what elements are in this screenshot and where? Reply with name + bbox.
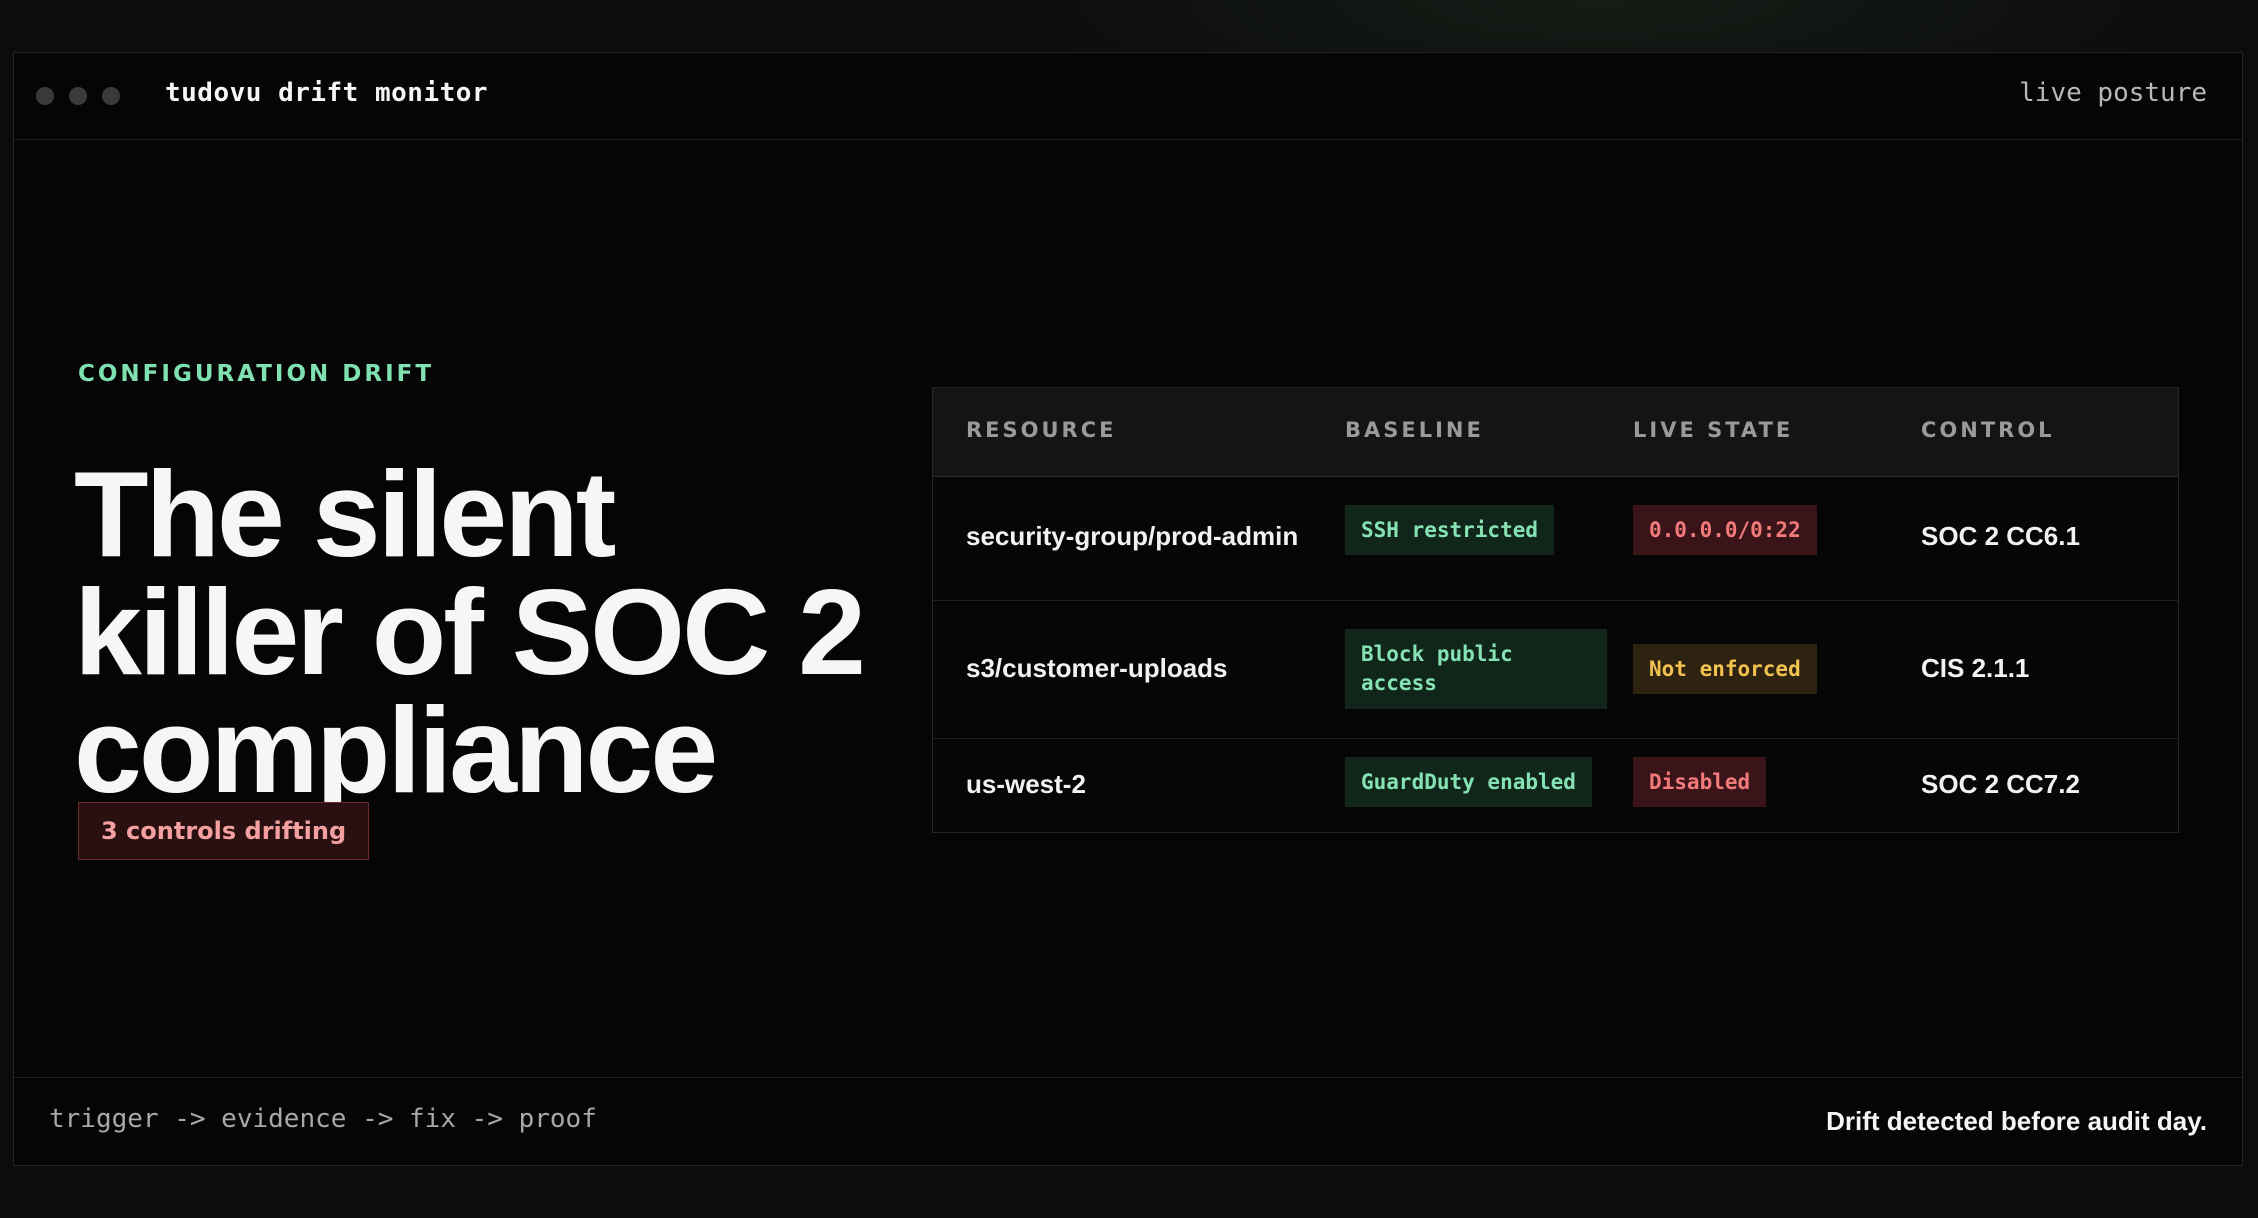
window-maximize-dot[interactable]: [102, 87, 120, 105]
resource-cell: security-group/prod-admin: [966, 521, 1299, 551]
column-header-live-state: LIVE STATE: [1633, 418, 1794, 442]
table-row[interactable]: s3/customer-uploads Block public access …: [933, 600, 2178, 739]
window-footer: trigger -> evidence -> fix -> proof Drif…: [14, 1077, 2242, 1165]
resource-cell: us-west-2: [966, 769, 1086, 799]
headline-line-2: killer of SOC 2: [74, 564, 866, 700]
control-cell: SOC 2 CC6.1: [1921, 521, 2080, 551]
window-close-dot[interactable]: [36, 87, 54, 105]
window-titlebar: tudovu drift monitor live posture: [14, 53, 2242, 140]
column-header-baseline: BASELINE: [1345, 418, 1484, 442]
live-state-pill: 0.0.0.0/0:22: [1633, 505, 1817, 555]
live-state-pill: Not enforced: [1633, 644, 1817, 694]
column-header-control: CONTROL: [1921, 418, 2055, 442]
column-header-resource: RESOURCE: [966, 418, 1117, 442]
pipeline-steps: trigger -> evidence -> fix -> proof: [49, 1104, 597, 1134]
baseline-pill: GuardDuty enabled: [1345, 757, 1592, 807]
drift-table: RESOURCE BASELINE LIVE STATE CONTROL sec…: [932, 387, 2179, 833]
headline-line-3: compliance: [74, 682, 718, 818]
table-row[interactable]: security-group/prod-admin SSH restricted…: [933, 476, 2178, 601]
baseline-pill: SSH restricted: [1345, 505, 1555, 555]
table-row[interactable]: us-west-2 GuardDuty enabled Disabled SOC…: [933, 738, 2178, 834]
headline-line-1: The silent: [74, 446, 616, 582]
baseline-pill: Block public access: [1345, 629, 1607, 709]
section-eyebrow: CONFIGURATION DRIFT: [78, 361, 435, 387]
live-posture-label: live posture: [2019, 78, 2207, 108]
resource-cell: s3/customer-uploads: [966, 653, 1228, 683]
table-header: RESOURCE BASELINE LIVE STATE CONTROL: [933, 388, 2178, 477]
footer-tagline: Drift detected before audit day.: [1826, 1106, 2207, 1136]
control-cell: SOC 2 CC7.2: [1921, 769, 2080, 799]
window-minimize-dot[interactable]: [69, 87, 87, 105]
app-window: tudovu drift monitor live posture CONFIG…: [13, 52, 2243, 1166]
app-title: tudovu drift monitor: [165, 78, 489, 108]
control-cell: CIS 2.1.1: [1921, 653, 2030, 683]
drift-count-badge: 3 controls drifting: [78, 802, 370, 860]
headline: The silent killer of SOC 2 compliance: [74, 453, 914, 811]
live-state-pill: Disabled: [1633, 757, 1767, 807]
